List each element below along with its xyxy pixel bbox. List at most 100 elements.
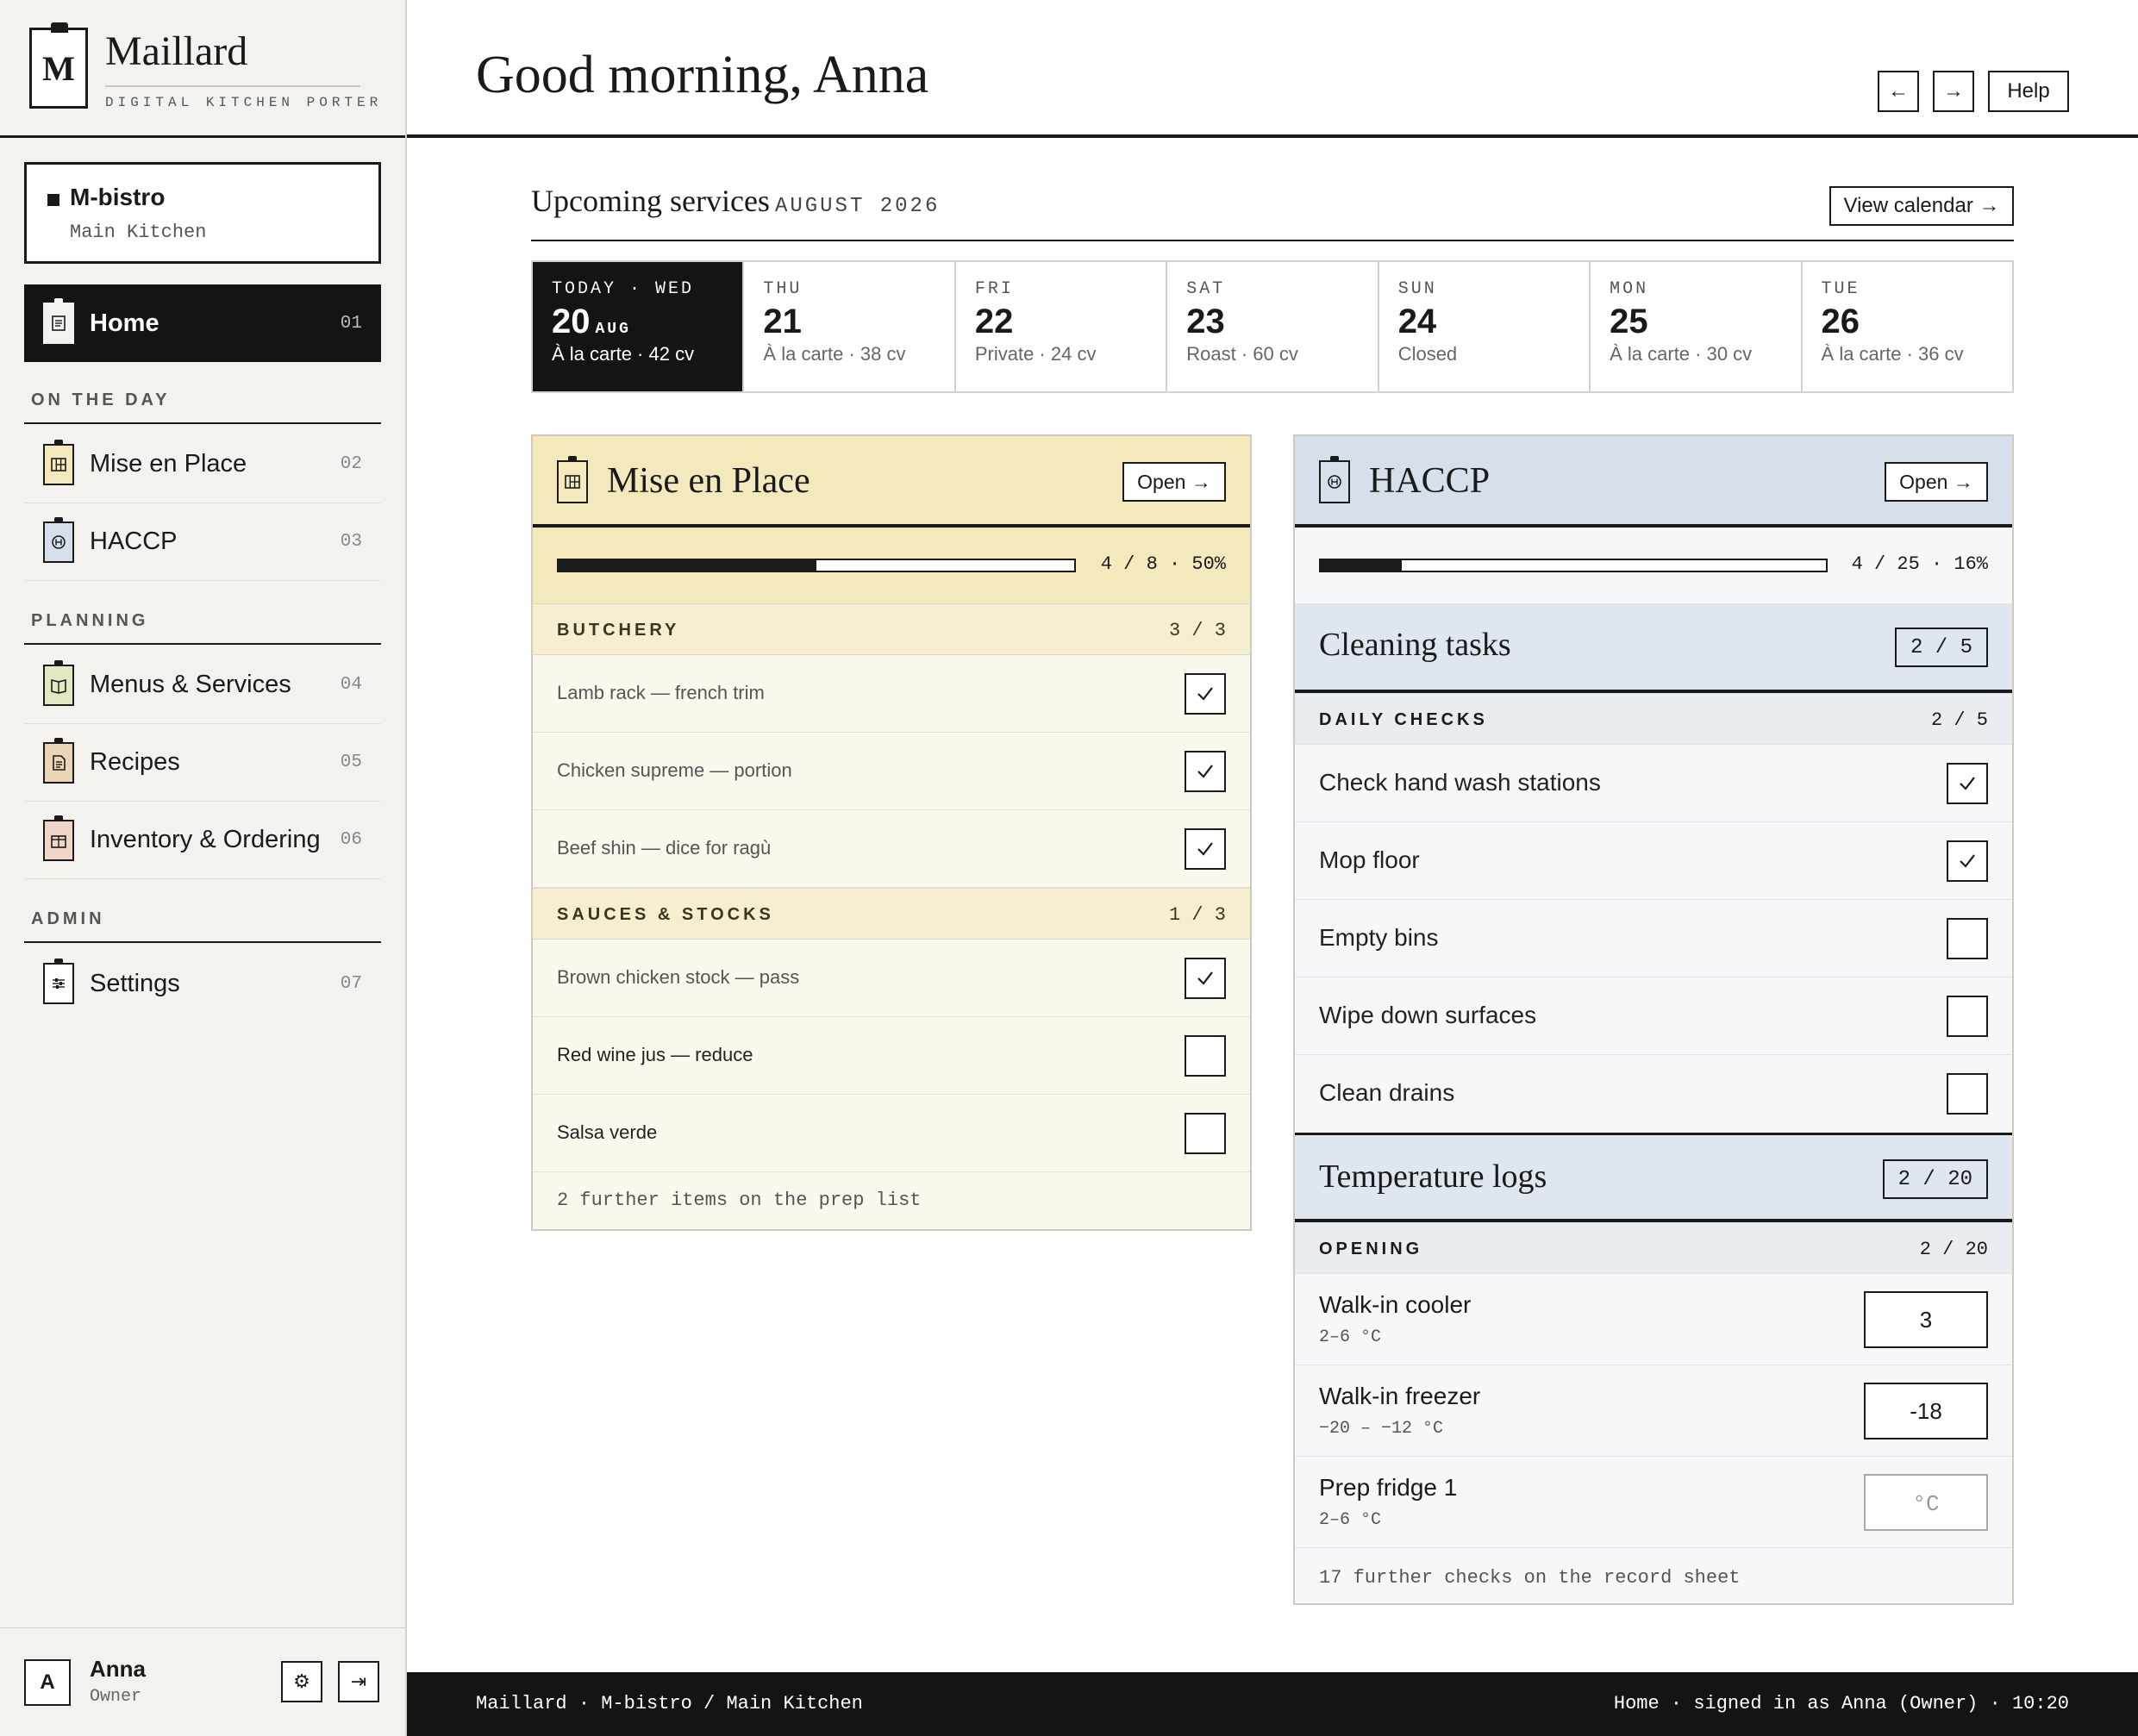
- back-button[interactable]: ←: [1878, 71, 1919, 112]
- checkmark-icon: [1960, 854, 1975, 868]
- task-row[interactable]: Lamb rack — french trim: [533, 655, 1250, 733]
- day-cell[interactable]: THU 21 À la carte · 38 cv: [742, 262, 953, 391]
- view-calendar-button[interactable]: View calendar →: [1829, 186, 2014, 226]
- task-row[interactable]: Wipe down surfaces: [1295, 977, 2012, 1055]
- avatar[interactable]: A: [24, 1659, 71, 1706]
- nav-section-planning: PLANNING: [31, 611, 149, 630]
- group-header-opening: OPENING 2 / 20: [1295, 1222, 2012, 1274]
- day-cell[interactable]: FRI 22 Private · 24 cv: [953, 262, 1166, 391]
- temperature-log-row: Walk-in freezer −20 – −12 °C: [1295, 1365, 2012, 1457]
- group-count: 2 / 5: [1930, 709, 1988, 731]
- day-name: MON: [1610, 279, 1649, 299]
- user-settings-button[interactable]: ⚙: [281, 1661, 322, 1702]
- cleaning-tasks-header: Cleaning tasks 2 / 5: [1295, 603, 2012, 693]
- brand-tagline: DIGITAL KITCHEN PORTER: [105, 95, 383, 110]
- task-row[interactable]: Clean drains: [1295, 1055, 2012, 1133]
- sidebar-item-mise-en-place[interactable]: Mise en Place 02: [24, 426, 381, 503]
- day-name: TUE: [1821, 279, 1860, 299]
- status-breadcrumb: Maillard · M-bistro / Main Kitchen: [476, 1693, 863, 1714]
- task-checkbox[interactable]: [1185, 1035, 1226, 1077]
- open-haccp-button[interactable]: Open →: [1885, 462, 1988, 502]
- mise-grid-icon: [43, 440, 74, 485]
- task-checkbox[interactable]: [1185, 751, 1226, 792]
- temperature-input[interactable]: [1864, 1474, 1988, 1531]
- sidebar-item-label: Settings: [90, 969, 180, 997]
- haccp-card: HACCP Open → 4 / 25 · 16% Cleaning tasks…: [1293, 434, 2014, 1605]
- sidebar-item-label: Mise en Place: [90, 450, 247, 478]
- task-row[interactable]: Chicken supreme — portion: [533, 733, 1250, 810]
- progress-row: 4 / 8 · 50%: [533, 528, 1250, 603]
- sidebar-item-label: Home: [90, 309, 159, 337]
- temperature-log-range: −20 – −12 °C: [1319, 1419, 1444, 1439]
- progress-bar-fill: [559, 560, 816, 571]
- task-checkbox[interactable]: [1185, 1113, 1226, 1154]
- task-checkbox[interactable]: [1185, 828, 1226, 870]
- task-checkbox[interactable]: [1947, 1073, 1988, 1115]
- record-sheet-footer: 17 further checks on the record sheet: [1319, 1567, 1741, 1589]
- task-row[interactable]: Beef shin — dice for ragù: [533, 810, 1250, 888]
- subsection-count: 2 / 20: [1882, 1159, 1988, 1199]
- task-row[interactable]: Empty bins: [1295, 900, 2012, 977]
- task-checkbox[interactable]: [1185, 673, 1226, 715]
- temperature-log-name: Walk-in freezer: [1319, 1383, 1481, 1409]
- day-cell-today[interactable]: TODAY · WED 20 AUG À la carte · 42 cv: [533, 262, 743, 391]
- subsection-count: 2 / 5: [1894, 628, 1988, 667]
- task-label: Empty bins: [1319, 924, 1439, 951]
- day-cell[interactable]: SUN 24 Closed: [1377, 262, 1589, 391]
- group-header-daily-checks: DAILY CHECKS 2 / 5: [1295, 693, 2012, 745]
- task-checkbox[interactable]: [1947, 996, 1988, 1037]
- task-label: Brown chicken stock — pass: [557, 966, 800, 988]
- forward-button[interactable]: →: [1933, 71, 1974, 112]
- task-checkbox[interactable]: [1947, 840, 1988, 882]
- arrow-right-icon: →: [1943, 79, 1964, 103]
- task-row[interactable]: Mop floor: [1295, 822, 2012, 900]
- subsection-title: Cleaning tasks: [1319, 627, 1511, 663]
- sidebar-item-menus-services[interactable]: Menus & Services 04: [24, 646, 381, 724]
- open-mise-button[interactable]: Open →: [1122, 462, 1226, 502]
- sidebar-item-number: 06: [340, 830, 362, 850]
- logout-icon: ⇥: [350, 1670, 367, 1692]
- sidebar-item-settings[interactable]: Settings 07: [24, 945, 381, 1022]
- kitchen-name: M-bistro: [70, 184, 166, 210]
- brand-logo[interactable]: M: [29, 22, 88, 109]
- upcoming-services-heading: Upcoming services AUGUST 2026: [531, 183, 940, 219]
- task-row[interactable]: Salsa verde: [533, 1095, 1250, 1172]
- task-row[interactable]: Brown chicken stock — pass: [533, 940, 1250, 1017]
- logout-button[interactable]: ⇥: [338, 1661, 379, 1702]
- checkmark-icon: [1197, 765, 1213, 778]
- help-button[interactable]: Help: [1988, 71, 2069, 112]
- task-checkbox[interactable]: [1185, 958, 1226, 999]
- sidebar-item-home[interactable]: Home 01: [24, 284, 381, 362]
- temperature-input[interactable]: [1864, 1291, 1988, 1348]
- sidebar-item-number: 02: [340, 454, 362, 474]
- kitchen-selector[interactable]: M-bistro Main Kitchen: [24, 162, 381, 264]
- day-name: TODAY · WED: [552, 279, 695, 299]
- status-bar: Maillard · M-bistro / Main Kitchen Home …: [407, 1672, 2138, 1736]
- sidebar-item-label: HACCP: [90, 528, 178, 555]
- mise-grid-icon: [557, 456, 588, 503]
- card-title: Mise en Place: [607, 461, 810, 501]
- day-cell[interactable]: SAT 23 Roast · 60 cv: [1166, 262, 1377, 391]
- card-header: HACCP Open →: [1295, 436, 2012, 528]
- home-doc-icon: [43, 298, 74, 344]
- temperature-input[interactable]: [1864, 1383, 1988, 1439]
- day-number: 24: [1397, 303, 1437, 340]
- kitchen-subtitle: Main Kitchen: [70, 222, 207, 243]
- haccp-seal-icon: [1319, 456, 1350, 503]
- day-service-info: Closed: [1397, 343, 1458, 365]
- day-cell[interactable]: MON 25 À la carte · 30 cv: [1589, 262, 1800, 391]
- task-row[interactable]: Check hand wash stations: [1295, 745, 2012, 822]
- group-header-butchery: BUTCHERY 3 / 3: [533, 603, 1250, 655]
- temperature-logs-header: Temperature logs 2 / 20: [1295, 1133, 2012, 1222]
- group-count: 1 / 3: [1168, 904, 1226, 926]
- task-row[interactable]: Red wine jus — reduce: [533, 1017, 1250, 1095]
- task-checkbox[interactable]: [1947, 918, 1988, 959]
- day-date: 20: [552, 303, 591, 340]
- task-checkbox[interactable]: [1947, 763, 1988, 804]
- sidebar-item-inventory-ordering[interactable]: Inventory & Ordering 06: [24, 802, 381, 879]
- subsection-title: Temperature logs: [1319, 1158, 1547, 1195]
- day-cell[interactable]: TUE 26 À la carte · 36 cv: [1800, 262, 2012, 391]
- sidebar-item-haccp[interactable]: HACCP 03: [24, 503, 381, 581]
- settings-sliders-icon: [43, 959, 74, 1004]
- sidebar-item-recipes[interactable]: Recipes 05: [24, 724, 381, 802]
